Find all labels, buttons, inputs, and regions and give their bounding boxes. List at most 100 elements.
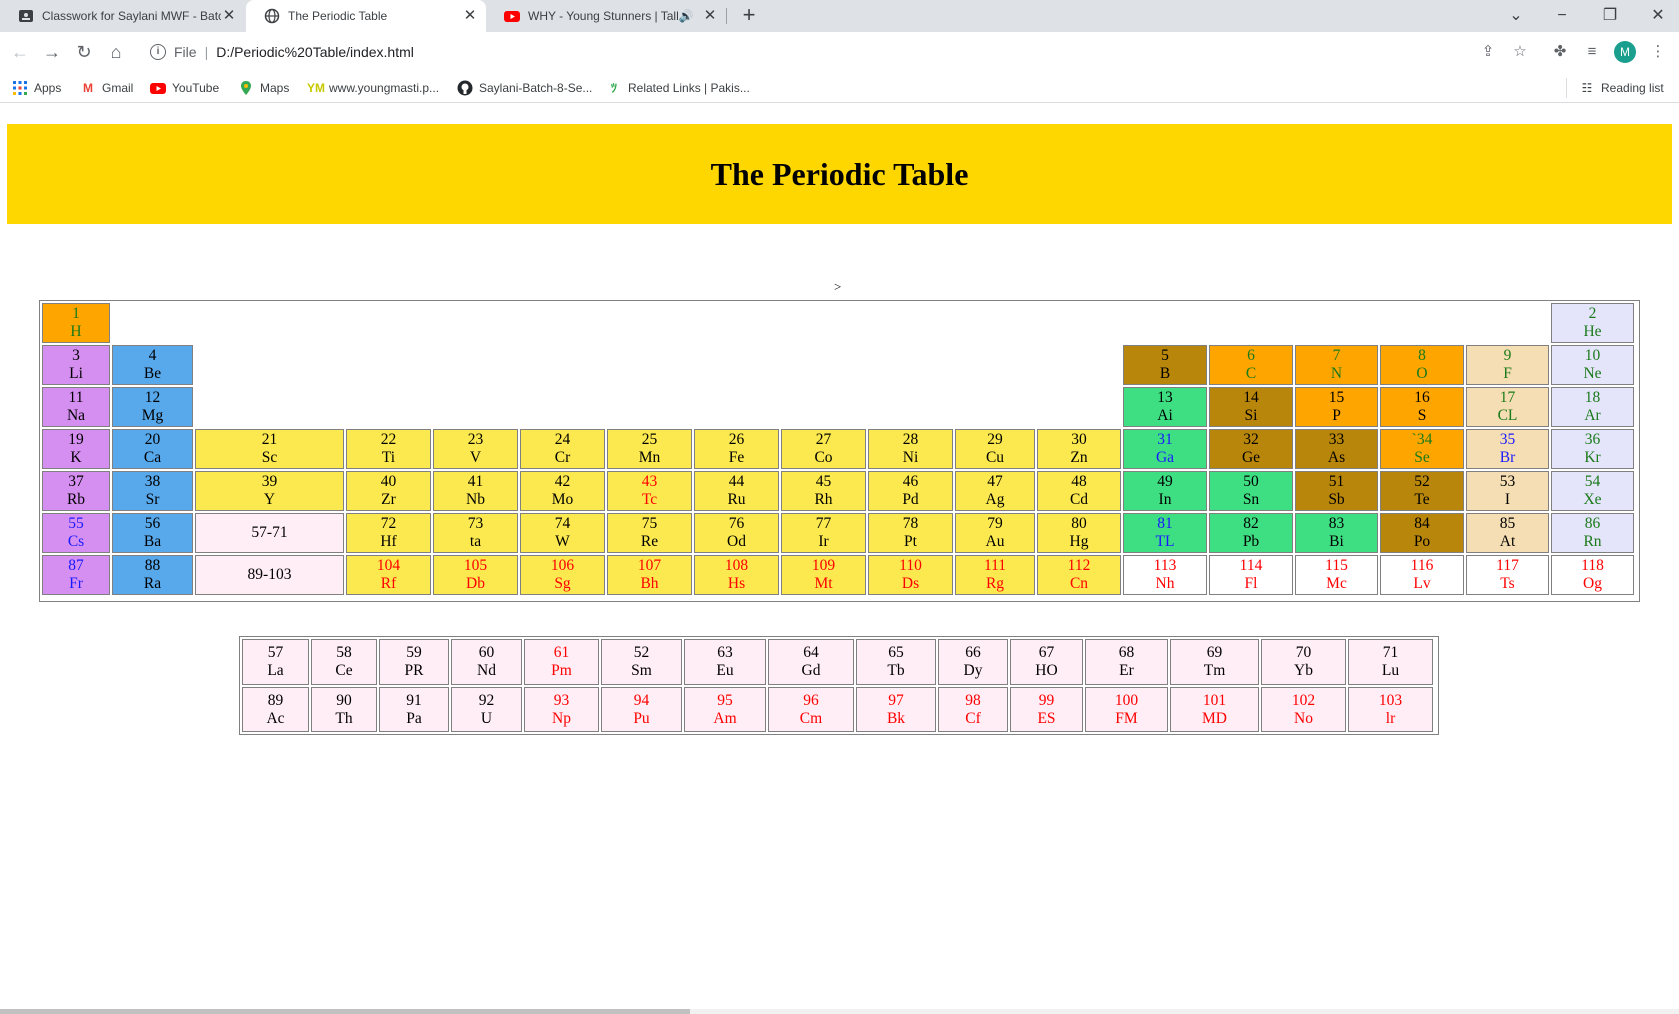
- element-cell: 52 Sm: [601, 639, 682, 685]
- element-cell: 52 Te: [1380, 471, 1464, 511]
- atomic-number: 33: [1328, 431, 1345, 448]
- element-cell: 5B: [1123, 345, 1207, 385]
- element-symbol: CL: [1497, 407, 1518, 424]
- browser-toolbar: ← → ↻ ⌂ i File | D:/Periodic%20Table/ind…: [0, 32, 1679, 72]
- bookmark-label: Related Links | Pakis...: [628, 81, 750, 95]
- element-symbol: Hf: [380, 533, 397, 550]
- url-text[interactable]: D:/Periodic%20Table/index.html: [216, 44, 414, 60]
- speaker-icon[interactable]: 🔊: [678, 8, 694, 24]
- reload-icon[interactable]: ↻: [72, 40, 96, 64]
- atomic-number: 61: [553, 644, 570, 661]
- close-icon[interactable]: ✕: [462, 8, 478, 24]
- atomic-number: 88: [144, 557, 161, 574]
- media-queue-icon[interactable]: ≡: [1580, 40, 1604, 64]
- element-cell: 115 Mc: [1295, 555, 1378, 595]
- atomic-number: 46: [902, 473, 919, 490]
- tab-search-chevron-icon[interactable]: ⌄: [1504, 4, 1528, 28]
- element-cell: 92 U: [451, 687, 522, 732]
- element-symbol: Od: [727, 533, 746, 550]
- element-symbol: Yb: [1294, 662, 1313, 679]
- atomic-number: 52: [633, 644, 650, 661]
- tab-youtube[interactable]: WHY - Young Stunners | Talh 🔊 ✕: [486, 0, 726, 32]
- bookmark-apps[interactable]: Apps: [12, 78, 61, 98]
- element-cell: 6C: [1209, 345, 1293, 385]
- element-cell: 117 Ts: [1466, 555, 1549, 595]
- atomic-number: 41: [467, 473, 484, 490]
- close-icon[interactable]: ✕: [702, 8, 718, 24]
- maps-pin-icon: [238, 80, 254, 96]
- close-icon[interactable]: ✕: [221, 8, 237, 24]
- element-cell: 9F: [1466, 345, 1549, 385]
- new-tab-button[interactable]: +: [737, 4, 761, 28]
- bookmark-github[interactable]: Saylani-Batch-8-Se...: [457, 78, 592, 98]
- element-cell: 47 Ag: [955, 471, 1035, 511]
- element-symbol: Ra: [143, 575, 162, 592]
- atomic-number: 95: [717, 691, 733, 709]
- element-cell: 17 CL: [1466, 387, 1549, 427]
- element-cell: 37 Rb: [42, 471, 110, 511]
- atomic-number: 104: [376, 557, 401, 574]
- bookmark-related-links[interactable]: ﾂ Related Links | Pakis...: [606, 78, 750, 98]
- reading-list-button[interactable]: ☷ Reading list: [1566, 78, 1664, 98]
- element-cell: 4 Be: [112, 345, 193, 385]
- url-divider: |: [204, 44, 209, 60]
- atomic-number: 69: [1206, 644, 1223, 661]
- element-cell: 58 Ce: [311, 639, 377, 685]
- bookmark-youtube[interactable]: YouTube: [150, 78, 219, 98]
- element-symbol: Na: [66, 407, 86, 424]
- element-cell: 39 Y: [195, 471, 344, 511]
- scrollbar-thumb[interactable]: [0, 1009, 690, 1014]
- back-arrow-icon[interactable]: ←: [8, 40, 32, 64]
- element-symbol: Er: [1119, 662, 1134, 679]
- restore-icon[interactable]: ❐: [1598, 4, 1622, 28]
- atomic-number: 89: [267, 691, 284, 709]
- element-symbol: V: [469, 449, 482, 466]
- window-close-icon[interactable]: ✕: [1646, 4, 1670, 28]
- atomic-number: 99: [1038, 691, 1055, 709]
- atomic-number: 108: [724, 557, 749, 574]
- element-cell: 100 FM: [1085, 687, 1168, 732]
- atomic-number: 79: [987, 515, 1003, 532]
- profile-avatar[interactable]: M: [1614, 41, 1636, 63]
- element-cell: 12 Mg: [112, 387, 193, 427]
- element-cell: 46 Pd: [868, 471, 953, 511]
- element-cell: 78 Pt: [868, 513, 953, 553]
- extensions-puzzle-icon[interactable]: ✤: [1548, 40, 1572, 64]
- bookmark-maps[interactable]: Maps: [238, 78, 289, 98]
- atomic-number: 54: [1584, 473, 1601, 490]
- atomic-number: 20: [144, 431, 161, 448]
- element-cell: 105 Db: [433, 555, 518, 595]
- atomic-number: 89-103: [247, 566, 292, 583]
- info-icon[interactable]: i: [150, 44, 166, 60]
- atomic-number: 45: [815, 473, 832, 490]
- element-symbol: Cs: [67, 533, 85, 550]
- minimize-icon[interactable]: −: [1550, 4, 1574, 28]
- star-icon[interactable]: ☆: [1508, 40, 1532, 64]
- address-bar[interactable]: i File | D:/Periodic%20Table/index.html: [140, 36, 1534, 68]
- element-cell: 103 lr: [1348, 687, 1433, 732]
- element-cell: 68 Er: [1085, 639, 1168, 685]
- element-cell: 102 No: [1261, 687, 1346, 732]
- element-cell: 16 S: [1380, 387, 1464, 427]
- atomic-number: 28: [902, 431, 919, 448]
- element-cell: 88 Ra: [112, 555, 193, 595]
- atomic-number: 114: [1239, 557, 1263, 574]
- element-symbol: N: [1330, 365, 1343, 382]
- bookmark-gmail[interactable]: M Gmail: [80, 78, 133, 98]
- kebab-menu-icon[interactable]: ⋮: [1646, 40, 1670, 64]
- atomic-number: 56: [144, 515, 161, 532]
- element-cell: 38 Sr: [112, 471, 193, 511]
- tab-periodic-table[interactable]: The Periodic Table ✕: [246, 0, 486, 32]
- tab-classwork[interactable]: Classwork for Saylani MWF - Batc ✕: [0, 0, 245, 32]
- element-symbol: Rg: [985, 575, 1005, 592]
- atomic-number: 115: [1325, 557, 1348, 574]
- element-cell: 33 As: [1295, 429, 1378, 469]
- bookmark-youngmasti[interactable]: YM www.youngmasti.p...: [307, 78, 439, 98]
- home-icon[interactable]: ⌂: [104, 40, 128, 64]
- share-icon[interactable]: ⇪: [1476, 40, 1500, 64]
- youtube-icon: [150, 80, 166, 96]
- atomic-number: 15: [1328, 389, 1345, 406]
- bookmark-label: Maps: [260, 81, 290, 95]
- horizontal-scrollbar[interactable]: [0, 1009, 1679, 1014]
- forward-arrow-icon[interactable]: →: [40, 40, 64, 64]
